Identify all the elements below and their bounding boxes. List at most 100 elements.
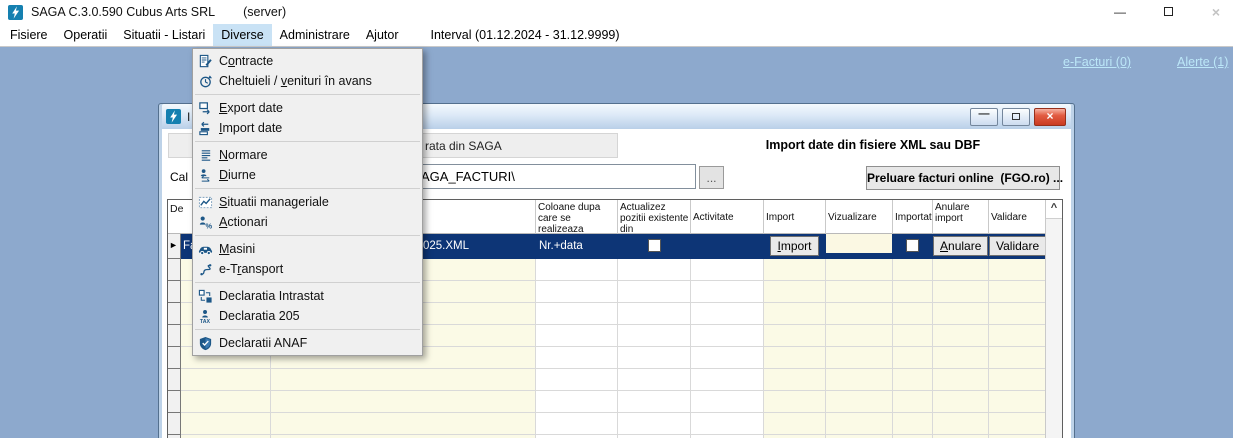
grid-cell[interactable] xyxy=(618,325,691,347)
maximize-icon[interactable] xyxy=(1159,4,1177,20)
grid-cell[interactable] xyxy=(691,413,764,435)
grid-cell[interactable] xyxy=(691,303,764,325)
cell-validare[interactable]: Validare xyxy=(989,234,1046,259)
grid-cell[interactable] xyxy=(933,347,989,369)
minimize-icon[interactable]: — xyxy=(1111,4,1129,20)
grid-cell[interactable] xyxy=(933,413,989,435)
menu-item-actionari[interactable]: %Actionari xyxy=(193,212,422,232)
fgo-preluare-button[interactable]: Preluare facturi online (FGO.ro) ... xyxy=(866,166,1060,190)
grid-cell[interactable] xyxy=(618,347,691,369)
importat-checkbox[interactable] xyxy=(906,239,919,252)
grid-cell[interactable] xyxy=(989,281,1046,303)
grid-cell[interactable] xyxy=(764,369,826,391)
grid-cell[interactable] xyxy=(618,281,691,303)
row-selector[interactable] xyxy=(168,347,181,369)
grid-cell[interactable] xyxy=(618,259,691,281)
anulare-button[interactable]: Anulare xyxy=(933,236,988,256)
import-button[interactable]: Import xyxy=(770,236,818,256)
menubar-item-administrare[interactable]: Administrare xyxy=(272,24,358,46)
grid-cell[interactable] xyxy=(691,369,764,391)
grid-cell[interactable] xyxy=(764,325,826,347)
alerte-link[interactable]: Alerte (1) xyxy=(1177,55,1228,69)
menu-item-declaratia-205[interactable]: TAXDeclaratia 205 xyxy=(193,306,422,326)
menu-item-import-date[interactable]: Import date xyxy=(193,118,422,138)
grid-empty-row[interactable] xyxy=(168,369,1062,391)
grid-cell[interactable] xyxy=(989,347,1046,369)
menubar-item-situatii-listari[interactable]: Situatii - Listari xyxy=(115,24,213,46)
grid-cell[interactable] xyxy=(826,391,893,413)
grid-cell[interactable] xyxy=(691,325,764,347)
grid-cell[interactable] xyxy=(764,347,826,369)
grid-cell[interactable] xyxy=(933,369,989,391)
grid-cell[interactable] xyxy=(181,369,271,391)
row-selector[interactable] xyxy=(168,391,181,413)
grid-empty-row[interactable] xyxy=(168,391,1062,413)
menu-item-cheltuieli-venituri-n-avans[interactable]: Cheltuieli / venituri în avans xyxy=(193,71,422,91)
grid-cell[interactable] xyxy=(989,259,1046,281)
dialog-maximize-icon[interactable] xyxy=(1002,108,1030,126)
grid-cell[interactable] xyxy=(989,391,1046,413)
grid-cell[interactable] xyxy=(181,391,271,413)
grid-cell[interactable] xyxy=(893,413,933,435)
cell-activitate[interactable] xyxy=(691,234,764,259)
grid-cell[interactable] xyxy=(826,413,893,435)
menubar-item-diverse[interactable]: Diverse xyxy=(213,24,271,46)
grid-scrollbar[interactable]: ^ xyxy=(1045,200,1062,438)
validare-button[interactable]: Validare xyxy=(989,236,1046,256)
scroll-up-icon[interactable]: ^ xyxy=(1046,200,1062,219)
row-selector[interactable] xyxy=(168,281,181,303)
grid-cell[interactable] xyxy=(893,259,933,281)
grid-cell[interactable] xyxy=(989,325,1046,347)
actualizez-checkbox[interactable] xyxy=(648,239,661,252)
grid-cell[interactable] xyxy=(691,347,764,369)
row-selector[interactable] xyxy=(168,259,181,281)
cell-sync[interactable]: Nr.+data xyxy=(536,234,618,259)
grid-cell[interactable] xyxy=(181,413,271,435)
menubar-item-fisiere[interactable]: Fisiere xyxy=(2,24,56,46)
grid-cell[interactable] xyxy=(691,281,764,303)
row-selector[interactable]: ► xyxy=(168,234,181,259)
grid-cell[interactable] xyxy=(536,303,618,325)
grid-cell[interactable] xyxy=(271,391,536,413)
grid-cell[interactable] xyxy=(618,303,691,325)
grid-cell[interactable] xyxy=(764,259,826,281)
dialog-close-icon[interactable]: × xyxy=(1034,108,1066,126)
grid-cell[interactable] xyxy=(989,413,1046,435)
dialog-minimize-icon[interactable]: — xyxy=(970,108,998,126)
grid-cell[interactable] xyxy=(536,325,618,347)
grid-cell[interactable] xyxy=(989,369,1046,391)
grid-cell[interactable] xyxy=(618,391,691,413)
grid-cell[interactable] xyxy=(933,325,989,347)
grid-cell[interactable] xyxy=(764,303,826,325)
menu-item-declaratia-intrastat[interactable]: Declaratia Intrastat xyxy=(193,286,422,306)
cell-import[interactable]: Import xyxy=(764,234,826,259)
grid-cell[interactable] xyxy=(826,303,893,325)
grid-cell[interactable] xyxy=(691,391,764,413)
grid-cell[interactable] xyxy=(271,413,536,435)
menu-item-export-date[interactable]: Export date xyxy=(193,98,422,118)
menu-item-declaratii-anaf[interactable]: Declaratii ANAF xyxy=(193,333,422,353)
grid-cell[interactable] xyxy=(271,369,536,391)
row-selector[interactable] xyxy=(168,413,181,435)
grid-cell[interactable] xyxy=(989,303,1046,325)
grid-cell[interactable] xyxy=(536,369,618,391)
row-selector[interactable] xyxy=(168,303,181,325)
cell-actualizez[interactable] xyxy=(618,234,691,259)
cell-anulare[interactable]: Anulare xyxy=(933,234,989,259)
vizualizare-field[interactable] xyxy=(826,234,892,253)
cell-importat[interactable] xyxy=(893,234,933,259)
grid-cell[interactable] xyxy=(618,413,691,435)
menu-item-e-transport[interactable]: e-Transport xyxy=(193,259,422,279)
browse-button[interactable]: ... xyxy=(699,166,724,189)
grid-cell[interactable] xyxy=(893,369,933,391)
grid-cell[interactable] xyxy=(893,325,933,347)
grid-cell[interactable] xyxy=(618,369,691,391)
grid-cell[interactable] xyxy=(826,369,893,391)
grid-cell[interactable] xyxy=(764,391,826,413)
grid-cell[interactable] xyxy=(826,325,893,347)
grid-empty-row[interactable] xyxy=(168,413,1062,435)
grid-cell[interactable] xyxy=(893,303,933,325)
row-selector[interactable] xyxy=(168,325,181,347)
grid-cell[interactable] xyxy=(536,391,618,413)
grid-cell[interactable] xyxy=(826,347,893,369)
